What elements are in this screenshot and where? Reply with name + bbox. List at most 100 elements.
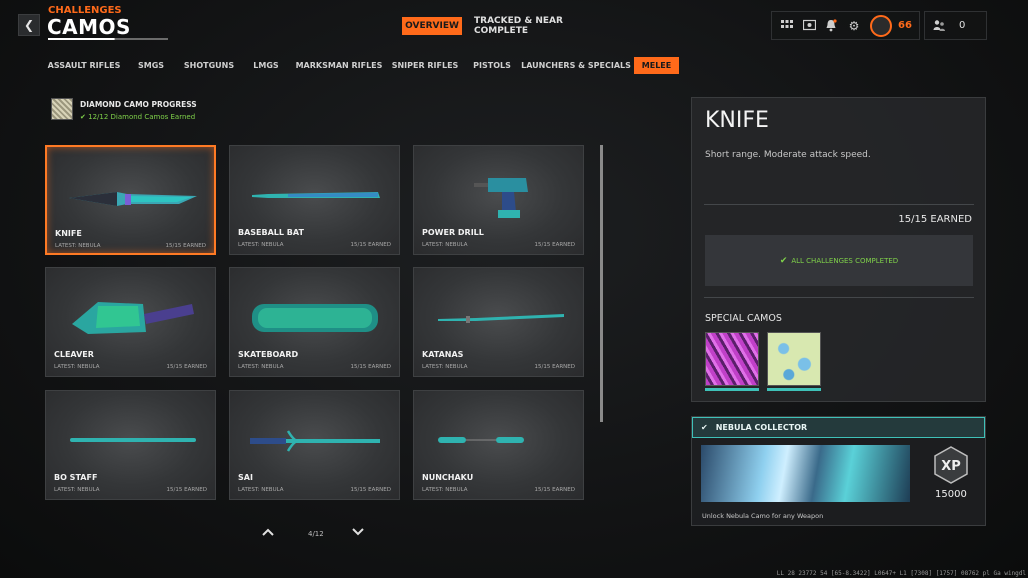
- check-icon: ✔: [701, 423, 708, 432]
- weapon-name: KATANAS: [422, 350, 464, 359]
- class-tab-lmgs[interactable]: LMGS: [252, 57, 280, 74]
- weapon-name: BO STAFF: [54, 473, 98, 482]
- page-indicator: 4/12: [308, 530, 324, 538]
- challenges-complete-text: ALL CHALLENGES COMPLETED: [791, 256, 899, 265]
- class-tab-assault-rifles[interactable]: ASSAULT RIFLES: [48, 57, 121, 74]
- weapon-earned: 15/15 EARNED: [350, 487, 391, 493]
- sai-image: [250, 430, 380, 452]
- friends-count: 0: [959, 20, 966, 31]
- weapon-card-skateboard[interactable]: SKATEBOARD LATEST: NEBULA 15/15 EARNED: [229, 267, 400, 377]
- build-code: LL 28 23772 54 [65-8.3422] L0647+ L1 [73…: [776, 570, 1026, 577]
- special-camos-label: SPECIAL CAMOS: [705, 313, 782, 324]
- detail-description: Short range. Moderate attack speed.: [705, 150, 871, 160]
- bell-icon[interactable]: [824, 19, 838, 33]
- weapon-card-katanas[interactable]: KATANAS LATEST: NEBULA 15/15 EARNED: [413, 267, 584, 377]
- diamond-camo-swatch: [51, 98, 73, 120]
- nunchaku-image: [438, 437, 524, 443]
- weapon-earned: 15/15 EARNED: [534, 242, 575, 248]
- special-camo-progress: [705, 388, 759, 391]
- baseball-bat-image: [252, 192, 380, 198]
- detail-earned: 15/15 EARNED: [898, 214, 972, 225]
- weapon-card-knife[interactable]: KNIFE LATEST: NEBULA 15/15 EARNED: [45, 145, 216, 255]
- chevron-up-icon: [262, 528, 274, 536]
- grid-scrollbar[interactable]: [600, 145, 603, 422]
- xp-badge-icon: XP: [934, 446, 968, 484]
- skateboard-image: [252, 304, 378, 332]
- weapon-latest-camo: LATEST: NEBULA: [238, 487, 284, 493]
- weapon-latest-camo: LATEST: NEBULA: [422, 242, 468, 248]
- weapon-earned: 15/15 EARNED: [350, 364, 391, 370]
- chevron-down-icon: [352, 528, 364, 536]
- challenge-description: Unlock Nebula Camo for any Weapon: [702, 512, 824, 520]
- xp-amount: 15000: [935, 489, 967, 500]
- weapon-name: NUNCHAKU: [422, 473, 474, 482]
- tab-overview[interactable]: OVERVIEW: [402, 17, 462, 35]
- challenge-reward-image: [701, 445, 910, 502]
- class-tab-pistols[interactable]: PISTOLS: [473, 57, 511, 74]
- weapon-card-cleaver[interactable]: CLEAVER LATEST: NEBULA 15/15 EARNED: [45, 267, 216, 377]
- cleaver-image: [72, 302, 194, 334]
- weapon-earned: 15/15 EARNED: [534, 364, 575, 370]
- weapon-earned: 15/15 EARNED: [166, 487, 207, 493]
- header-toolbar: ⚙ 66: [771, 11, 920, 40]
- page-title: CAMOS: [47, 15, 131, 39]
- gear-icon[interactable]: ⚙: [847, 19, 861, 33]
- player-level: 66: [898, 20, 912, 31]
- prestige-icon[interactable]: [870, 15, 892, 37]
- weapon-latest-camo: LATEST: NEBULA: [238, 364, 284, 370]
- class-tab-launchers-specials[interactable]: LAUNCHERS & SPECIALS: [521, 57, 631, 74]
- class-tab-smgs[interactable]: SMGS: [136, 57, 166, 74]
- weapon-card-sai[interactable]: SAI LATEST: NEBULA 15/15 EARNED: [229, 390, 400, 500]
- weapon-detail-panel: KNIFE Short range. Moderate attack speed…: [691, 97, 986, 402]
- challenge-title: NEBULA COLLECTOR: [715, 423, 808, 432]
- challenges-complete-box: ✔ ALL CHALLENGES COMPLETED: [705, 235, 973, 286]
- challenge-card[interactable]: ✔ NEBULA COLLECTOR XP 15000 Unlock Nebul…: [691, 416, 986, 526]
- class-tab-shotguns[interactable]: SHOTGUNS: [184, 57, 234, 74]
- class-tab-sniper-rifles[interactable]: SNIPER RIFLES: [392, 57, 459, 74]
- weapon-card-nunchaku[interactable]: NUNCHAKU LATEST: NEBULA 15/15 EARNED: [413, 390, 584, 500]
- page-down-button[interactable]: [352, 526, 364, 540]
- divider: [704, 297, 974, 298]
- diamond-progress-text: 12/12 Diamond Camos Earned: [88, 113, 196, 121]
- tab-tracked[interactable]: TRACKED & NEAR COMPLETE: [474, 16, 584, 36]
- weapon-name: BASEBALL BAT: [238, 228, 304, 237]
- katanas-image: [438, 314, 564, 323]
- power-drill-image: [474, 178, 528, 218]
- weapon-name: POWER DRILL: [422, 228, 484, 237]
- weapon-earned: 15/15 EARNED: [534, 487, 575, 493]
- weapon-latest-camo: LATEST: NEBULA: [54, 487, 100, 493]
- weapon-name: KNIFE: [55, 229, 82, 238]
- check-icon: ✔: [779, 255, 788, 266]
- class-tab-marksman-rifles[interactable]: MARKSMAN RIFLES: [296, 57, 383, 74]
- friends-button[interactable]: 0: [924, 11, 987, 40]
- diamond-progress-status: ✔ 12/12 Diamond Camos Earned: [80, 113, 195, 121]
- weapon-latest-camo: LATEST: NEBULA: [422, 364, 468, 370]
- weapon-name: SAI: [238, 473, 253, 482]
- weapon-card-power-drill[interactable]: POWER DRILL LATEST: NEBULA 15/15 EARNED: [413, 145, 584, 255]
- weapon-card-baseball-bat[interactable]: BASEBALL BAT LATEST: NEBULA 15/15 EARNED: [229, 145, 400, 255]
- check-icon: ✔: [80, 113, 86, 121]
- title-underline: [48, 38, 168, 40]
- special-camo-progress: [767, 388, 821, 391]
- weapon-latest-camo: LATEST: NEBULA: [422, 487, 468, 493]
- weapon-earned: 15/15 EARNED: [166, 364, 207, 370]
- weapon-card-bo-staff[interactable]: BO STAFF LATEST: NEBULA 15/15 EARNED: [45, 390, 216, 500]
- weapon-latest-camo: LATEST: NEBULA: [238, 242, 284, 248]
- grid-menu-icon[interactable]: [780, 19, 794, 33]
- special-camo-swatch-1[interactable]: [705, 332, 759, 386]
- wallet-icon[interactable]: [802, 19, 816, 33]
- weapon-latest-camo: LATEST: NEBULA: [55, 243, 101, 249]
- challenge-header: ✔ NEBULA COLLECTOR: [692, 417, 985, 438]
- weapon-earned: 15/15 EARNED: [165, 243, 206, 249]
- detail-title: KNIFE: [705, 108, 769, 133]
- weapon-name: CLEAVER: [54, 350, 94, 359]
- friends-icon: [933, 19, 946, 35]
- class-tab-melee[interactable]: MELEE: [634, 57, 679, 74]
- page-up-button[interactable]: [262, 526, 274, 540]
- special-camo-swatch-2[interactable]: [767, 332, 821, 386]
- knife-image: [69, 192, 197, 206]
- weapon-name: SKATEBOARD: [238, 350, 299, 359]
- weapon-earned: 15/15 EARNED: [350, 242, 391, 248]
- back-button[interactable]: ❮: [18, 14, 40, 36]
- divider: [704, 204, 974, 205]
